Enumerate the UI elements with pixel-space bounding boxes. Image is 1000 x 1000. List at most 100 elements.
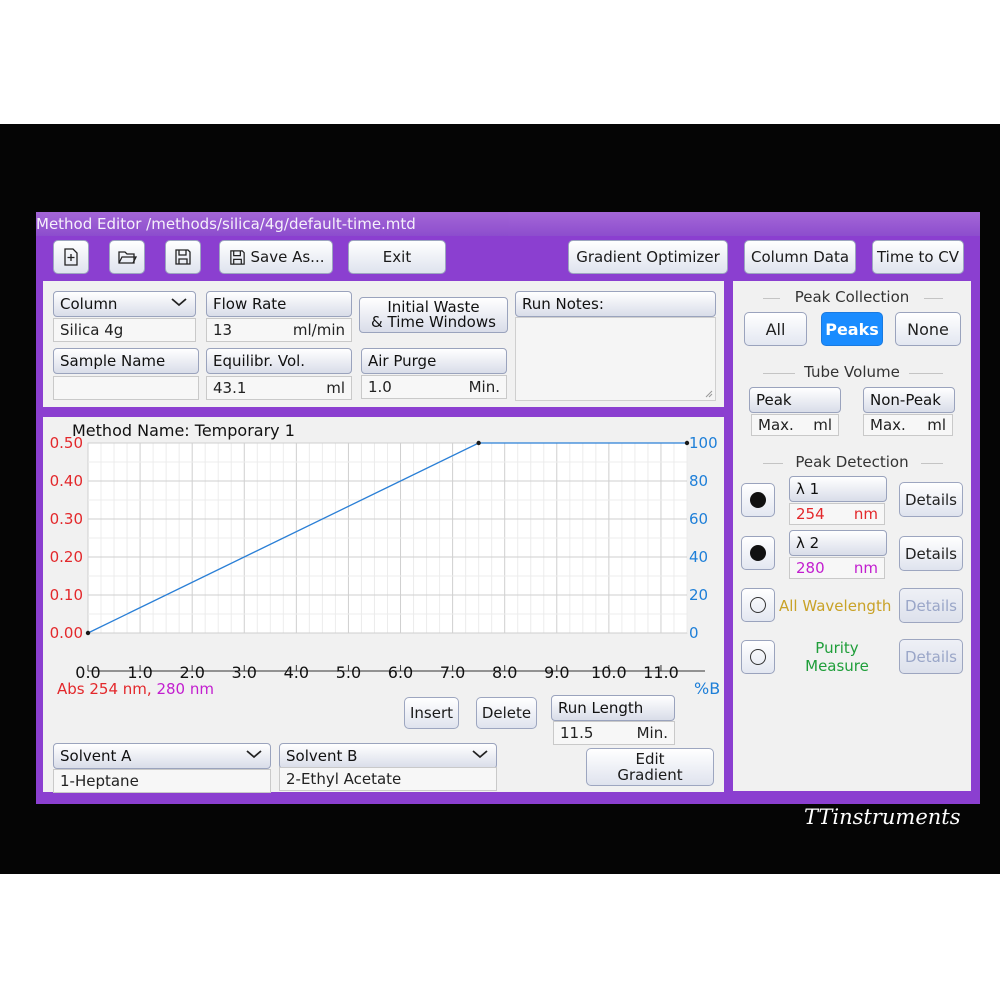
save-as-label: Save As... [250,248,325,266]
initial-waste-button[interactable]: Initial Waste & Time Windows [359,297,508,333]
gradient-optimizer-button[interactable]: Gradient Optimizer [568,240,728,274]
all-wavelength-details-button[interactable]: Details [899,588,963,623]
lambda2-value: 280 [796,559,825,577]
peak-collection-title: Peak Collection [780,288,924,306]
chart-grid [87,442,705,672]
left-axis-tick-label: 0.50 [49,434,83,452]
solvent-b-value: 2-Ethyl Acetate [279,767,497,791]
peak-volume-field[interactable]: Max. ml [751,414,839,436]
x-axis-tick-label: 5.0 [335,663,362,682]
x-axis-tick-label: 10.0 [591,663,627,682]
right-axis-tick-label: 0 [689,624,699,642]
purity-details-button[interactable]: Details [899,639,963,674]
save-button[interactable] [165,240,201,274]
solvent-b-select[interactable]: Solvent B [279,743,497,769]
resize-handle-icon [705,390,713,398]
delete-button[interactable]: Delete [476,697,537,729]
run-length-unit: Min. [636,724,668,742]
lambda2-label[interactable]: λ 2 [789,530,887,556]
app-window: Method Editor /methods/silica/4g/default… [36,212,980,804]
radio-checked-icon [750,492,766,508]
column-data-button[interactable]: Column Data [744,240,856,274]
gradient-point [476,440,481,446]
air-purge-label[interactable]: Air Purge [361,348,507,374]
purity-line1: Purity [815,639,859,657]
solvent-b-label: Solvent B [286,747,358,765]
lambda2-radio[interactable] [741,536,775,570]
collect-peaks-button[interactable]: Peaks [821,312,883,346]
x-axis-tick-label: 11.0 [643,663,679,682]
left-axis-label-280: 280 nm [156,680,214,698]
right-axis-tick-label: 80 [689,472,709,490]
solvent-b-value-text: 2-Ethyl Acetate [286,770,402,788]
left-axis-tick-label: 0.20 [49,548,83,566]
peak-volume-label[interactable]: Peak [749,387,841,413]
sample-name-field[interactable] [53,376,199,400]
nonpeak-volume-field[interactable]: Max. ml [863,414,953,436]
x-axis-tick-label: 7.0 [439,663,466,682]
equilibr-vol-label[interactable]: Equilibr. Vol. [206,348,352,374]
x-axis-tick-label: 6.0 [387,663,414,682]
save-icon [229,249,245,265]
flow-rate-label[interactable]: Flow Rate [206,291,352,317]
flow-rate-field[interactable]: 13 ml/min [206,318,352,342]
flow-rate-unit: ml/min [292,321,345,339]
radio-unchecked-icon [750,597,766,613]
chevron-down-icon [472,750,488,759]
peak-detection-title: Peak Detection [783,453,921,471]
collect-all-button[interactable]: All [744,312,807,346]
purity-label: Purity Measure [793,639,881,675]
right-axis-tick-label: 20 [689,586,709,604]
sample-name-label[interactable]: Sample Name [53,348,199,374]
x-axis-tick-label: 4.0 [283,663,310,682]
right-axis-tick-label: 100 [689,434,718,452]
left-axis-tick-label: 0.00 [49,624,83,642]
lambda1-value: 254 [796,505,825,523]
new-file-button[interactable] [53,240,89,274]
insert-button[interactable]: Insert [404,697,459,729]
left-axis-tick-label: 0.10 [49,586,83,604]
time-to-cv-button[interactable]: Time to CV [872,240,964,274]
run-length-field[interactable]: 11.5 Min. [553,721,675,745]
nonpeak-volume-label[interactable]: Non-Peak [863,387,955,413]
equilibr-vol-unit: ml [326,379,345,397]
run-length-label[interactable]: Run Length [551,695,675,721]
run-notes-label: Run Notes: [515,291,716,317]
right-axis-label: %B [694,679,721,698]
lambda2-details-button[interactable]: Details [899,536,963,571]
peak-volume-value: Max. [758,416,794,434]
x-axis-tick-label: 3.0 [231,663,257,682]
solvent-a-value: 1-Heptane [53,769,271,793]
x-axis-tick-label: 8.0 [491,663,518,682]
air-purge-value: 1.0 [368,378,392,396]
solvent-a-select[interactable]: Solvent A [53,743,271,769]
run-notes-textarea[interactable] [515,317,716,401]
left-axis-label: Abs 254 nm, 280 nm [57,680,214,698]
collect-none-button[interactable]: None [895,312,961,346]
lambda1-unit: nm [853,505,878,523]
lambda2-field[interactable]: 280 nm [789,557,885,579]
all-wavelength-radio[interactable] [741,588,775,622]
edit-gradient-button[interactable]: Edit Gradient [586,748,714,786]
save-as-button[interactable]: Save As... [219,240,333,274]
purity-radio[interactable] [741,640,775,674]
window-title: Method Editor /methods/silica/4g/default… [36,212,980,236]
x-axis-tick-label: 9.0 [544,663,570,682]
lambda1-field[interactable]: 254 nm [789,503,885,525]
air-purge-unit: Min. [468,378,500,396]
equilibr-vol-field[interactable]: 43.1 ml [206,376,352,400]
exit-button[interactable]: Exit [348,240,446,274]
lambda1-radio[interactable] [741,483,775,517]
column-value-text: Silica 4g [60,321,124,339]
air-purge-field[interactable]: 1.0 Min. [361,375,507,399]
chevron-down-icon [171,298,187,307]
run-length-value: 11.5 [560,724,594,742]
left-axis-tick-label: 0.40 [49,472,83,490]
lambda1-label[interactable]: λ 1 [789,476,887,502]
left-axis-label-abs: Abs 254 nm, [57,680,152,698]
lambda1-details-button[interactable]: Details [899,482,963,517]
gradient-panel: Method Name: Temporary 1 0.50 0.40 0.30 0.2… [43,417,724,793]
open-folder-button[interactable] [109,240,145,274]
column-select[interactable]: Column [53,291,196,317]
right-axis-tick-label: 60 [689,510,709,528]
